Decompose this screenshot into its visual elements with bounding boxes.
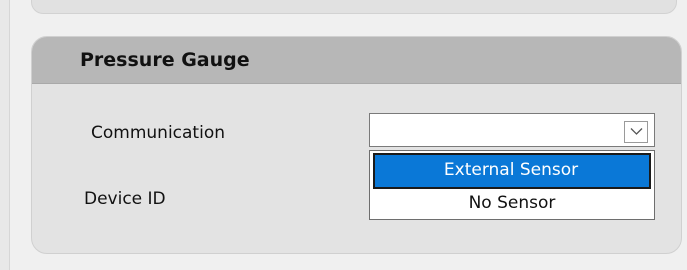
- combobox-dropdown-button[interactable]: [624, 121, 648, 143]
- group-title: Pressure Gauge: [80, 49, 250, 71]
- chevron-down-icon: [630, 128, 643, 135]
- dropdown-option-external-sensor[interactable]: External Sensor: [373, 153, 651, 189]
- previous-group-panel: [31, 0, 677, 14]
- device-id-label: Device ID: [84, 189, 166, 209]
- communication-dropdown-list: External Sensor No Sensor: [369, 150, 655, 220]
- communication-combobox[interactable]: [369, 113, 655, 147]
- window-left-edge: [0, 0, 10, 270]
- dropdown-option-no-sensor[interactable]: No Sensor: [370, 191, 654, 217]
- group-header: Pressure Gauge: [32, 37, 681, 84]
- communication-label: Communication: [91, 123, 225, 143]
